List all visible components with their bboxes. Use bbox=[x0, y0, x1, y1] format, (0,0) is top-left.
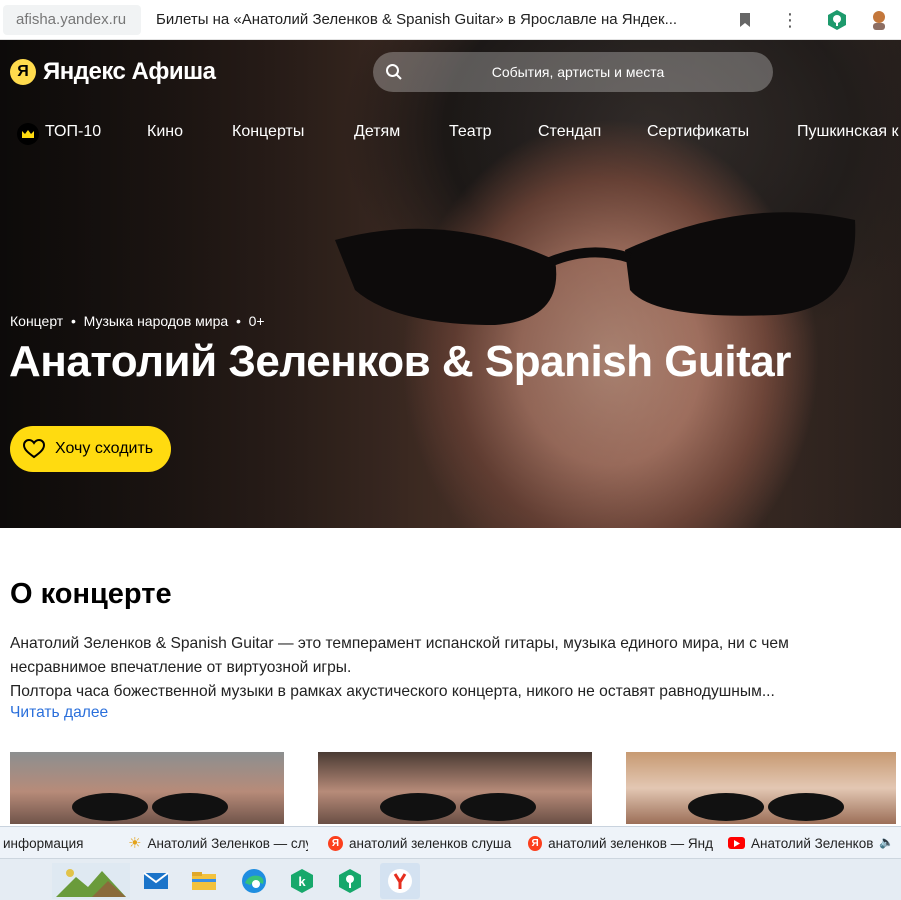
taskbar-tab-zelenkov-youtube[interactable]: Анатолий Зеленков bbox=[728, 827, 878, 859]
search-placeholder: События, артисты и места bbox=[491, 64, 665, 80]
photo-sunglasses bbox=[72, 793, 228, 821]
address-bar[interactable]: afisha.yandex.ru bbox=[3, 4, 141, 35]
nav-theatre[interactable]: Театр bbox=[449, 123, 492, 141]
gallery-photo-2[interactable] bbox=[318, 752, 592, 824]
nav-top10[interactable]: ТОП-10 bbox=[45, 123, 101, 141]
gallery-photo-3[interactable] bbox=[626, 752, 896, 824]
yandex-browser-icon[interactable] bbox=[380, 863, 420, 899]
nav-standup[interactable]: Стендап bbox=[538, 123, 601, 141]
browser-toolbar: afisha.yandex.ru Билеты на «Анатолий Зел… bbox=[0, 0, 901, 40]
about-description: Анатолий Зеленков & Spanish Guitar — это… bbox=[10, 632, 890, 704]
nav-cinema[interactable]: Кино bbox=[147, 123, 183, 141]
taskbar-tab-info[interactable]: информация bbox=[3, 827, 111, 859]
edge-browser-icon[interactable] bbox=[234, 863, 274, 899]
url-text: afisha.yandex.ru bbox=[16, 11, 127, 28]
nav-pushkin-card[interactable]: Пушкинская к bbox=[797, 123, 898, 141]
svg-text:k: k bbox=[298, 874, 306, 889]
crown-icon bbox=[17, 123, 39, 145]
afisha-logo-icon: Я bbox=[10, 59, 36, 85]
youtube-icon bbox=[728, 837, 745, 849]
taskbar-tab-label: Анатолий Зеленков bbox=[751, 835, 874, 851]
search-input[interactable]: События, артисты и места bbox=[373, 52, 773, 92]
taskbar-tab-label: информация bbox=[3, 835, 84, 851]
want-to-go-label: Хочу сходить bbox=[55, 440, 154, 457]
photo-sunglasses bbox=[380, 793, 536, 821]
hero-photo-sunglasses bbox=[335, 212, 856, 325]
category-nav: ТОП-10 Кино Концерты Детям Театр Стендап… bbox=[0, 120, 901, 146]
password-manager-icon[interactable] bbox=[330, 863, 370, 899]
yandex-icon: Я bbox=[528, 835, 543, 851]
about-line: Анатолий Зеленков & Spanish Guitar — это… bbox=[10, 635, 789, 652]
about-line: несравнимое впечатление от виртуозной иг… bbox=[10, 659, 352, 676]
event-hero: Я Яндекс Афиша События, артисты и места … bbox=[0, 40, 901, 528]
desktop-wallpaper-thumbnail-icon[interactable] bbox=[50, 863, 132, 899]
heart-icon bbox=[23, 439, 45, 459]
taskbar-tab-zelenkov-1[interactable]: ☀ Анатолий Зеленков — слу bbox=[128, 827, 308, 859]
photo-sunglasses bbox=[688, 793, 844, 821]
about-heading: О концерте bbox=[10, 578, 172, 610]
kaspersky-icon[interactable]: k bbox=[282, 863, 322, 899]
gallery-photo-1[interactable] bbox=[10, 752, 284, 824]
bookmark-icon[interactable] bbox=[734, 9, 756, 31]
sun-icon: ☀ bbox=[128, 835, 142, 852]
yandex-afisha-logo[interactable]: Я Яндекс Афиша bbox=[10, 58, 216, 86]
nav-certificates[interactable]: Сертификаты bbox=[647, 123, 749, 141]
about-line: Полтора часа божественной музыки в рамка… bbox=[10, 683, 775, 700]
event-title: Анатолий Зеленков & Spanish Guitar bbox=[9, 337, 791, 386]
taskbar-tab-zelenkov-3[interactable]: Я анатолий зеленков — Янд bbox=[528, 827, 713, 859]
mail-icon[interactable] bbox=[136, 863, 176, 899]
taskbar-tab-label: Анатолий Зеленков — слу bbox=[147, 835, 308, 851]
yandex-icon: Я bbox=[328, 835, 343, 851]
nav-concerts[interactable]: Концерты bbox=[232, 123, 304, 141]
want-to-go-button[interactable]: Хочу сходить bbox=[10, 426, 171, 472]
taskbar-window-list: информация ☀ Анатолий Зеленков — слу Я а… bbox=[0, 826, 901, 858]
taskbar-tab-label: анатолий зеленков слуша bbox=[349, 835, 512, 851]
search-icon bbox=[386, 64, 402, 80]
file-explorer-icon[interactable] bbox=[184, 863, 224, 899]
page-title-bar: Билеты на «Анатолий Зеленков & Spanish G… bbox=[156, 11, 678, 28]
extension-avatar-icon[interactable] bbox=[868, 9, 890, 31]
taskbar-tab-zelenkov-2[interactable]: Я анатолий зеленков слуша bbox=[328, 827, 513, 859]
speaker-icon[interactable]: 🔈 bbox=[879, 835, 894, 849]
read-more-link[interactable]: Читать далее bbox=[10, 704, 108, 722]
taskbar-tab-label: анатолий зеленков — Янд bbox=[548, 835, 713, 851]
menu-kebab-icon[interactable]: ⋮ bbox=[779, 9, 801, 31]
windows-taskbar: k bbox=[0, 858, 901, 900]
extension-shield-icon[interactable] bbox=[826, 9, 848, 31]
event-tags: Концерт • Музыка народов мира • 0+ bbox=[10, 313, 265, 329]
nav-kids[interactable]: Детям bbox=[354, 123, 400, 141]
logo-text: Яндекс Афиша bbox=[43, 58, 216, 85]
